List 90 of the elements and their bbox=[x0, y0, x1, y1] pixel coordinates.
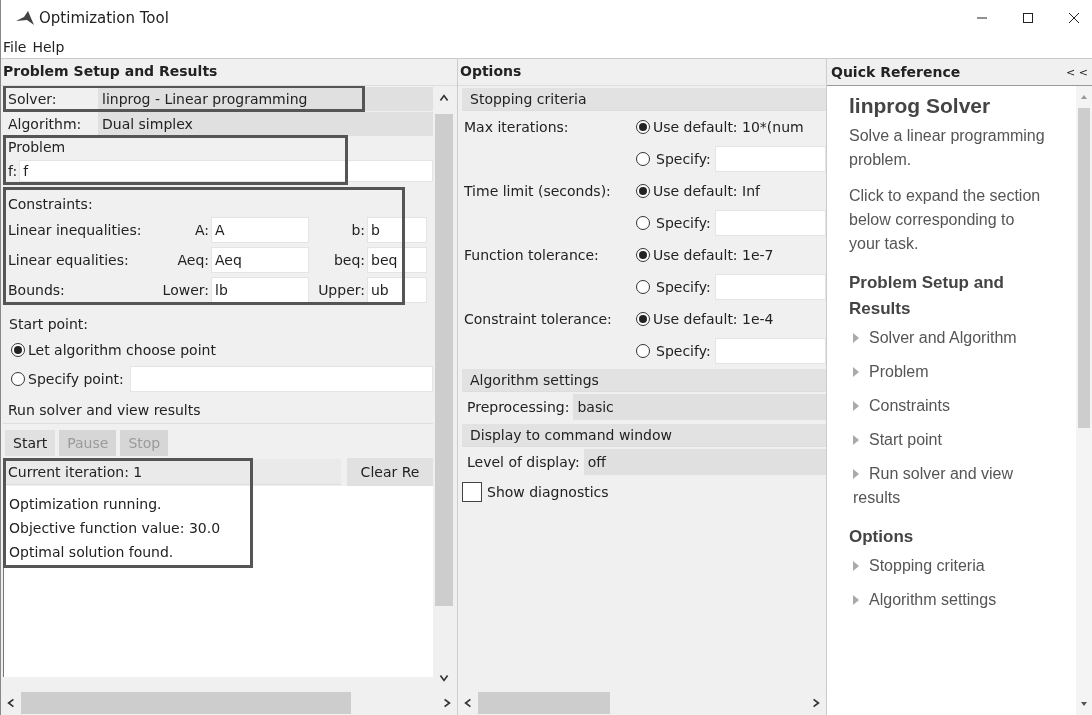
radio-button[interactable] bbox=[636, 312, 650, 326]
reference-text: Click to expand the section below corresponding to your task. bbox=[849, 186, 1042, 254]
input-field[interactable] bbox=[714, 210, 826, 236]
maximize-icon[interactable] bbox=[1022, 12, 1034, 24]
field-label: Aeq: bbox=[176, 252, 210, 268]
option-label: Max iterations: bbox=[463, 119, 570, 135]
radio-label[interactable]: Use default: 1e-4 bbox=[650, 311, 774, 327]
radio-button[interactable] bbox=[636, 152, 650, 166]
radio-button[interactable] bbox=[636, 248, 650, 262]
input-field[interactable]: b bbox=[367, 217, 427, 243]
checkbox-label[interactable]: Show diagnostics bbox=[484, 484, 609, 500]
iteration-field: Current iteration: 1 bbox=[3, 459, 341, 485]
option-dropdown[interactable]: basic bbox=[573, 394, 826, 420]
option-label: Preprocessing: bbox=[466, 399, 571, 415]
output-line: Optimization running. bbox=[9, 495, 163, 514]
input-field[interactable] bbox=[714, 274, 826, 300]
section-header[interactable]: Algorithm settings bbox=[462, 369, 826, 392]
radio-label[interactable]: Specify: bbox=[650, 215, 711, 231]
input-field[interactable] bbox=[714, 146, 826, 172]
reference-text: Solve a linear programming problem. bbox=[849, 126, 1046, 170]
radio-label[interactable]: Let algorithm choose point bbox=[25, 341, 216, 358]
input-field[interactable]: ub bbox=[367, 277, 427, 303]
checkbox[interactable] bbox=[462, 482, 482, 502]
radio-label[interactable]: Use default: 10*(num bbox=[650, 119, 804, 135]
output-line: Optimal solution found. bbox=[9, 543, 175, 562]
field-label: Linear inequalities: bbox=[7, 222, 141, 238]
radio-label[interactable]: Specify: bbox=[650, 279, 711, 295]
solver-dropdown[interactable]: linprog - Linear programming bbox=[98, 86, 433, 111]
app-logo-icon bbox=[15, 10, 35, 26]
radio-label[interactable]: Specify: bbox=[650, 151, 711, 167]
input-field[interactable]: A bbox=[211, 217, 309, 243]
input-field[interactable]: lb bbox=[211, 277, 309, 303]
section-header[interactable]: Stopping criteria bbox=[462, 88, 826, 111]
action-button[interactable]: Start bbox=[5, 430, 56, 456]
radio-label[interactable]: Specify point: bbox=[25, 370, 124, 387]
vertical-scrollbar[interactable] bbox=[1076, 86, 1092, 715]
reference-link[interactable]: Constraints bbox=[849, 394, 1046, 418]
section-header[interactable]: Display to command window bbox=[462, 424, 826, 447]
radio-button[interactable] bbox=[11, 371, 25, 386]
menu-item[interactable]: File bbox=[3, 39, 27, 55]
window-title: Optimization Tool bbox=[39, 9, 169, 27]
option-label: Level of display: bbox=[466, 454, 581, 470]
reference-link[interactable]: Algorithm settings bbox=[849, 588, 1046, 612]
reference-link[interactable]: Solver and Algorithm bbox=[849, 326, 1046, 350]
option-dropdown[interactable]: off bbox=[583, 449, 826, 475]
input-field[interactable]: f bbox=[19, 159, 433, 182]
close-icon[interactable] bbox=[1068, 12, 1080, 24]
reference-link[interactable]: Start point bbox=[849, 428, 1046, 452]
radio-button[interactable] bbox=[636, 344, 650, 358]
input-field[interactable]: Aeq bbox=[211, 247, 309, 273]
input-field[interactable]: beq bbox=[367, 247, 427, 273]
radio-button[interactable] bbox=[11, 342, 25, 357]
algorithm-dropdown[interactable]: Dual simplex bbox=[98, 111, 433, 136]
field-label: Linear equalities: bbox=[7, 252, 130, 268]
input-field[interactable] bbox=[714, 338, 826, 364]
panel-header: Quick Reference bbox=[831, 64, 961, 80]
group-title: Run solver and view results bbox=[3, 397, 433, 424]
field-label: Algorithm: bbox=[7, 115, 83, 132]
field-label: A: bbox=[193, 222, 210, 238]
group-title: Constraints: bbox=[7, 195, 94, 214]
collapse-button[interactable]: < < bbox=[1066, 65, 1088, 79]
field-label: Lower: bbox=[161, 282, 210, 298]
reference-link[interactable]: Problem bbox=[849, 360, 1046, 384]
reference-heading: linprog Solver bbox=[849, 94, 992, 118]
reference-link[interactable]: Stopping criteria bbox=[849, 554, 1046, 578]
radio-button[interactable] bbox=[636, 120, 650, 134]
radio-button[interactable] bbox=[636, 216, 650, 230]
option-label: Constraint tolerance: bbox=[463, 311, 613, 327]
radio-label[interactable]: Use default: Inf bbox=[650, 183, 760, 199]
group-title: Problem bbox=[7, 138, 67, 157]
reference-section-title: Problem Setup and Results bbox=[849, 272, 1005, 320]
option-label: Function tolerance: bbox=[463, 247, 600, 263]
reference-link[interactable]: Run solver and view results bbox=[849, 462, 1046, 510]
field-label: beq: bbox=[332, 252, 366, 268]
output-line: Objective function value: 30.0 bbox=[9, 519, 222, 538]
field-label: f: bbox=[7, 162, 19, 179]
option-label: Time limit (seconds): bbox=[463, 183, 612, 199]
menu-item[interactable]: Help bbox=[32, 39, 65, 55]
field-label: b: bbox=[350, 222, 366, 238]
reference-section-title: Options bbox=[849, 526, 915, 548]
field-label: Solver: bbox=[7, 90, 58, 107]
radio-label[interactable]: Use default: 1e-7 bbox=[650, 247, 774, 263]
clear-button[interactable]: Clear Re bbox=[347, 458, 433, 486]
radio-label[interactable]: Specify: bbox=[650, 343, 711, 359]
field-label: Upper: bbox=[317, 282, 366, 298]
input-field[interactable] bbox=[129, 365, 433, 392]
field-label: Bounds: bbox=[7, 282, 66, 298]
group-title: Start point: bbox=[8, 315, 90, 334]
radio-button[interactable] bbox=[636, 184, 650, 198]
radio-button[interactable] bbox=[636, 280, 650, 294]
